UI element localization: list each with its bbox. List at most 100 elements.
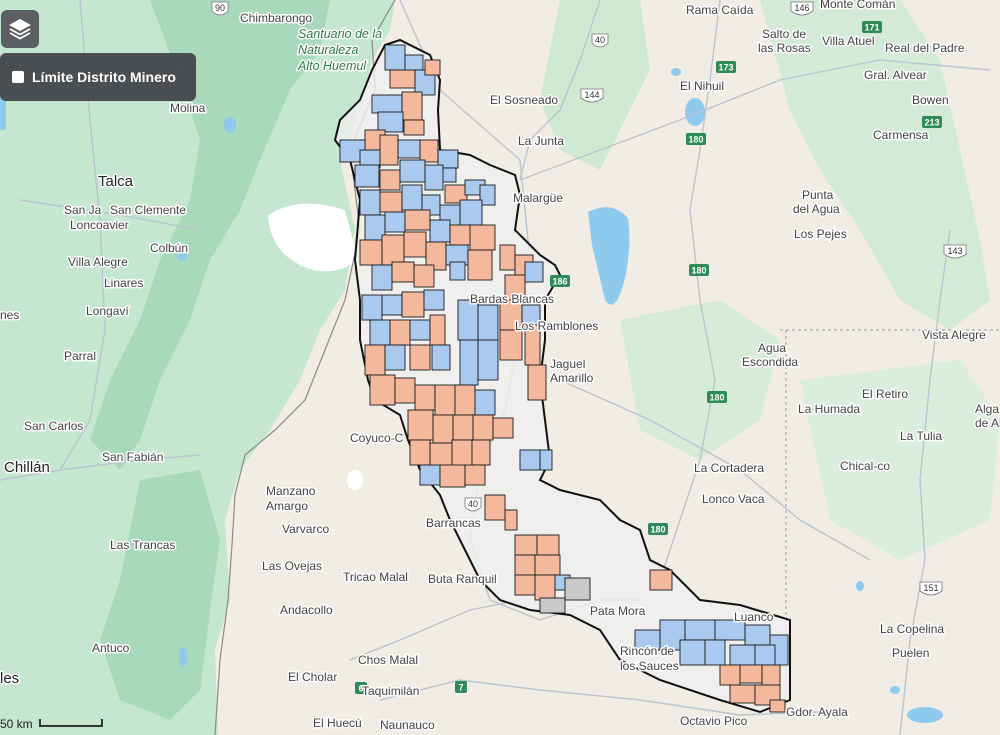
mining-concession[interactable] xyxy=(403,231,427,258)
layer-toggle-limite-distrito-minero[interactable]: Límite Distrito Minero xyxy=(0,53,196,101)
mining-concession[interactable] xyxy=(534,554,561,576)
mining-concession[interactable] xyxy=(429,314,446,346)
mining-concession[interactable] xyxy=(704,639,726,666)
mining-concession[interactable] xyxy=(401,184,423,211)
mining-concession[interactable] xyxy=(459,339,479,386)
mining-concession[interactable] xyxy=(459,199,483,226)
mining-concession[interactable] xyxy=(519,449,541,471)
mining-concession[interactable] xyxy=(371,94,403,114)
mining-concession[interactable] xyxy=(409,319,431,341)
mining-concession[interactable] xyxy=(409,344,431,371)
mining-concession[interactable] xyxy=(432,414,454,444)
mining-concession[interactable] xyxy=(477,304,499,341)
mining-concession[interactable] xyxy=(679,639,706,666)
mining-concession[interactable] xyxy=(484,494,506,521)
mining-concession[interactable] xyxy=(534,574,556,601)
mining-concession[interactable] xyxy=(381,234,405,266)
mining-concession[interactable] xyxy=(419,139,439,163)
mining-concession[interactable] xyxy=(369,319,391,346)
layer-control-button[interactable] xyxy=(1,10,39,48)
mining-concession[interactable] xyxy=(471,439,491,466)
mining-concession[interactable] xyxy=(434,384,456,416)
mining-concession[interactable] xyxy=(397,139,421,159)
mining-concession[interactable] xyxy=(399,159,426,183)
mining-concession[interactable] xyxy=(439,464,466,488)
mining-concession[interactable] xyxy=(423,289,445,311)
mining-concession[interactable] xyxy=(389,69,416,89)
svg-text:173: 173 xyxy=(718,63,733,73)
mining-concession[interactable] xyxy=(429,442,453,469)
mining-concession[interactable] xyxy=(407,409,434,441)
mining-concession[interactable] xyxy=(719,664,741,686)
mining-concession[interactable] xyxy=(424,59,441,76)
mining-concession[interactable] xyxy=(452,414,474,441)
mining-concession[interactable] xyxy=(457,299,479,341)
mining-concession[interactable] xyxy=(492,417,514,439)
lake-small-7 xyxy=(179,647,187,667)
mining-concession[interactable] xyxy=(744,624,771,646)
map-canvas[interactable]: 1711732131801801801801866 740144146143151… xyxy=(0,0,1000,735)
mining-concession[interactable] xyxy=(499,244,516,271)
place-label: Andacollo xyxy=(280,603,333,617)
mining-concession[interactable] xyxy=(539,597,566,614)
mining-concession[interactable] xyxy=(499,329,523,361)
mining-concession[interactable] xyxy=(564,577,591,601)
mining-concession[interactable] xyxy=(404,209,431,231)
mining-concession[interactable] xyxy=(431,344,451,371)
mining-concession[interactable] xyxy=(384,44,406,71)
mining-concession[interactable] xyxy=(361,294,383,321)
mining-concession[interactable] xyxy=(401,91,423,121)
mining-concession[interactable] xyxy=(401,291,425,318)
layer-checkbox[interactable] xyxy=(12,71,24,83)
mining-concession[interactable] xyxy=(394,377,416,404)
mining-concession[interactable] xyxy=(729,684,756,704)
mining-concession[interactable] xyxy=(379,169,401,191)
mining-concession[interactable] xyxy=(514,534,538,556)
mining-concession[interactable] xyxy=(419,464,441,486)
mining-concession[interactable] xyxy=(379,134,399,166)
mining-concession[interactable] xyxy=(539,449,553,471)
mining-concession[interactable] xyxy=(477,339,499,381)
mining-concession[interactable] xyxy=(504,509,518,531)
mining-concession[interactable] xyxy=(472,414,494,441)
mining-concession[interactable] xyxy=(414,384,436,411)
mining-concession[interactable] xyxy=(391,261,415,283)
mining-concession[interactable] xyxy=(389,319,411,346)
mining-concession[interactable] xyxy=(381,294,403,316)
mining-concession[interactable] xyxy=(429,219,451,243)
mining-concession[interactable] xyxy=(424,164,444,191)
mining-concession[interactable] xyxy=(384,211,406,233)
mining-concession[interactable] xyxy=(354,164,380,188)
mining-concession[interactable] xyxy=(649,569,673,591)
mining-concession[interactable] xyxy=(527,364,547,401)
mining-concession[interactable] xyxy=(729,644,756,666)
mining-concession[interactable] xyxy=(536,534,560,556)
mining-concession[interactable] xyxy=(409,439,431,466)
mining-concession[interactable] xyxy=(413,264,435,288)
mining-concession[interactable] xyxy=(761,664,781,686)
place-label: las Rosas xyxy=(758,41,811,55)
mining-concession[interactable] xyxy=(379,191,403,213)
mining-concession[interactable] xyxy=(474,389,496,416)
mining-concession[interactable] xyxy=(464,464,486,486)
mining-concession[interactable] xyxy=(371,264,393,291)
svg-text:180: 180 xyxy=(691,266,706,276)
mining-concession[interactable] xyxy=(359,189,381,216)
mining-concession[interactable] xyxy=(514,554,536,576)
mining-concession[interactable] xyxy=(454,384,476,416)
mining-concession[interactable] xyxy=(769,699,786,713)
mining-concession[interactable] xyxy=(359,239,383,266)
mining-concession[interactable] xyxy=(403,119,425,136)
mining-concession[interactable] xyxy=(739,664,763,684)
mining-concession[interactable] xyxy=(524,261,544,283)
mining-concession[interactable] xyxy=(377,111,404,133)
mining-concession[interactable] xyxy=(514,574,536,596)
mining-concession[interactable] xyxy=(364,344,386,376)
mining-concession[interactable] xyxy=(384,344,406,371)
mining-concession[interactable] xyxy=(467,249,493,281)
mining-concession[interactable] xyxy=(369,374,396,406)
mining-concession[interactable] xyxy=(754,644,776,666)
mining-concession[interactable] xyxy=(469,224,496,251)
mining-concession[interactable] xyxy=(684,619,716,641)
mining-concession[interactable] xyxy=(449,261,466,281)
